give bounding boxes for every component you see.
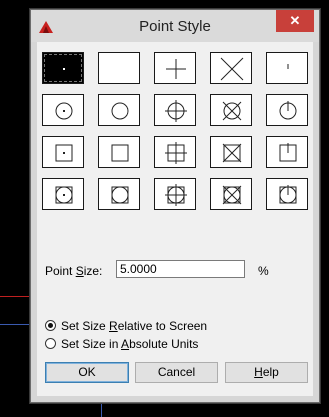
point-style-17[interactable] [98,178,140,210]
point-style-13[interactable] [154,136,196,168]
point-style-18-icon [165,184,187,206]
radio-relative-to-screen[interactable] [45,320,56,331]
point-style-7-icon [111,102,129,120]
point-style-4[interactable] [210,52,252,84]
point-style-11[interactable] [42,136,84,168]
help-button[interactable]: Help [225,362,308,383]
point-style-19[interactable] [210,178,252,210]
dialog-body: Point Size: % Set Size Relative to Scree… [37,42,313,396]
point-style-15[interactable] [266,136,308,168]
point-style-14[interactable] [210,136,252,168]
absolute-units-label[interactable]: Set Size in Absolute Units [61,337,198,351]
point-size-unit: % [258,264,269,278]
point-style-11-icon [55,144,73,162]
background-blue-vertical-line [101,404,102,417]
point-style-12[interactable] [98,136,140,168]
ok-button[interactable]: OK [45,362,129,383]
point-style-3[interactable] [154,52,196,84]
point-style-16-icon [55,186,73,204]
point-style-3-icon [166,59,186,79]
point-style-1[interactable] [42,52,84,84]
point-style-2-icon [99,53,141,85]
point-style-15-icon [279,143,297,162]
point-style-19-icon [222,185,242,205]
point-style-12-icon [111,144,129,162]
point-style-1-icon [63,68,65,70]
point-style-13-icon [165,142,187,164]
background-blue-line [0,324,30,325]
close-icon: ✕ [289,13,301,28]
background-red-line [0,296,30,297]
point-style-9-icon [222,101,242,121]
point-style-20[interactable] [266,178,308,210]
point-style-5-icon [287,64,289,69]
point-style-7[interactable] [98,94,140,126]
title-bar[interactable]: Point Style ✕ [31,10,319,42]
point-style-20-icon [279,185,297,204]
relative-to-screen-label[interactable]: Set Size Relative to Screen [61,319,207,333]
point-size-label: Point Size: [45,264,103,278]
point-style-17-icon [111,186,129,204]
point-style-9[interactable] [210,94,252,126]
point-style-5[interactable] [266,52,308,84]
point-style-14-icon [222,143,242,163]
point-style-dialog: Point Style ✕ Point Size: % Set Size Rel… [30,9,320,403]
point-style-18[interactable] [154,178,196,210]
point-style-2[interactable] [98,52,140,84]
point-style-8-icon [165,100,187,122]
point-style-16[interactable] [42,178,84,210]
point-style-4-icon [220,57,244,81]
point-size-input[interactable] [116,260,245,278]
point-style-10-icon [279,101,297,120]
close-button[interactable]: ✕ [276,10,314,32]
point-style-6-icon [55,102,73,120]
point-style-10[interactable] [266,94,308,126]
point-style-8[interactable] [154,94,196,126]
point-style-6[interactable] [42,94,84,126]
radio-absolute-units[interactable] [45,338,56,349]
cancel-button[interactable]: Cancel [135,362,218,383]
